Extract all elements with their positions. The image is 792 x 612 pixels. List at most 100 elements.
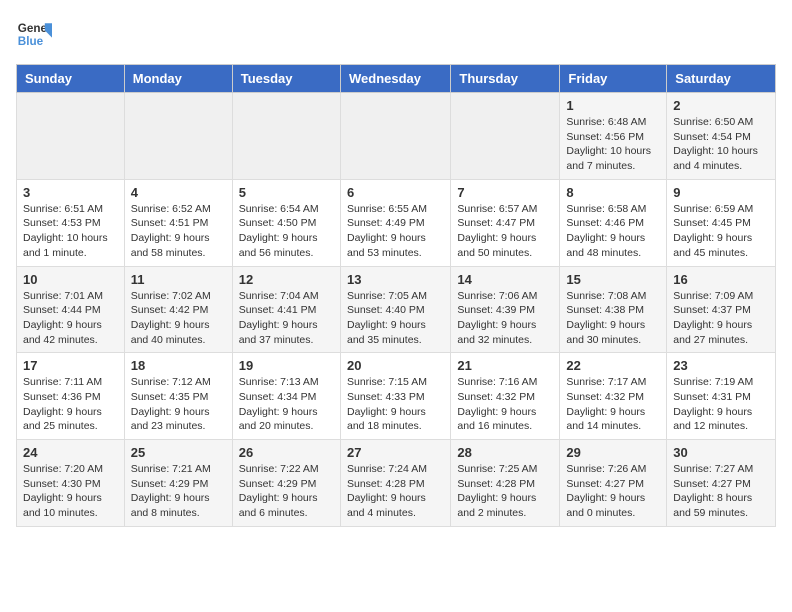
calendar-cell: 4 Sunrise: 6:52 AM Sunset: 4:51 PM Daylig… <box>124 179 232 266</box>
calendar-cell: 25 Sunrise: 7:21 AM Sunset: 4:29 PM Dayli… <box>124 440 232 527</box>
day-number: 1 <box>566 98 660 113</box>
day-info: Sunrise: 6:55 AM Sunset: 4:49 PM Dayligh… <box>347 202 444 261</box>
day-info: Sunrise: 7:11 AM Sunset: 4:36 PM Dayligh… <box>23 375 118 434</box>
day-info: Sunrise: 7:22 AM Sunset: 4:29 PM Dayligh… <box>239 462 334 521</box>
calendar-cell: 10Sunrise: 7:01 AM Sunset: 4:44 PM Dayli… <box>17 266 125 353</box>
day-info: Sunrise: 7:16 AM Sunset: 4:32 PM Dayligh… <box>457 375 553 434</box>
calendar-cell: 24 Sunrise: 7:20 AM Sunset: 4:30 PM Dayli… <box>17 440 125 527</box>
logo-icon: General Blue <box>16 16 52 52</box>
calendar-cell: 12Sunrise: 7:04 AM Sunset: 4:41 PM Dayli… <box>232 266 340 353</box>
calendar-table: SundayMondayTuesdayWednesdayThursdayFrid… <box>16 64 776 527</box>
day-number: 11 <box>131 272 226 287</box>
calendar-cell: 28Sunrise: 7:25 AM Sunset: 4:28 PM Dayli… <box>451 440 560 527</box>
weekday-header-sunday: Sunday <box>17 65 125 93</box>
calendar-cell: 19 Sunrise: 7:13 AM Sunset: 4:34 PM Dayli… <box>232 353 340 440</box>
calendar-cell: 3 Sunrise: 6:51 AM Sunset: 4:53 PM Daylig… <box>17 179 125 266</box>
day-info: Sunrise: 7:15 AM Sunset: 4:33 PM Dayligh… <box>347 375 444 434</box>
calendar-week-row: 24 Sunrise: 7:20 AM Sunset: 4:30 PM Dayli… <box>17 440 776 527</box>
day-info: Sunrise: 6:57 AM Sunset: 4:47 PM Dayligh… <box>457 202 553 261</box>
day-info: Sunrise: 7:20 AM Sunset: 4:30 PM Dayligh… <box>23 462 118 521</box>
weekday-header-friday: Friday <box>560 65 667 93</box>
day-number: 5 <box>239 185 334 200</box>
day-info: Sunrise: 7:05 AM Sunset: 4:40 PM Dayligh… <box>347 289 444 348</box>
calendar-cell <box>451 93 560 180</box>
calendar-week-row: 10Sunrise: 7:01 AM Sunset: 4:44 PM Dayli… <box>17 266 776 353</box>
weekday-header-tuesday: Tuesday <box>232 65 340 93</box>
day-number: 3 <box>23 185 118 200</box>
calendar-cell: 29 Sunrise: 7:26 AM Sunset: 4:27 PM Dayli… <box>560 440 667 527</box>
day-info: Sunrise: 7:01 AM Sunset: 4:44 PM Dayligh… <box>23 289 118 348</box>
logo: General Blue <box>16 16 52 52</box>
day-number: 20 <box>347 358 444 373</box>
day-info: Sunrise: 7:19 AM Sunset: 4:31 PM Dayligh… <box>673 375 769 434</box>
day-info: Sunrise: 7:13 AM Sunset: 4:34 PM Dayligh… <box>239 375 334 434</box>
calendar-cell: 15Sunrise: 7:08 AM Sunset: 4:38 PM Dayli… <box>560 266 667 353</box>
day-info: Sunrise: 6:59 AM Sunset: 4:45 PM Dayligh… <box>673 202 769 261</box>
calendar-cell: 27 Sunrise: 7:24 AM Sunset: 4:28 PM Dayli… <box>340 440 450 527</box>
calendar-cell: 2 Sunrise: 6:50 AM Sunset: 4:54 PM Daylig… <box>667 93 776 180</box>
calendar-cell: 1 Sunrise: 6:48 AM Sunset: 4:56 PM Daylig… <box>560 93 667 180</box>
day-info: Sunrise: 7:27 AM Sunset: 4:27 PM Dayligh… <box>673 462 769 521</box>
day-info: Sunrise: 7:26 AM Sunset: 4:27 PM Dayligh… <box>566 462 660 521</box>
calendar-cell: 22Sunrise: 7:17 AM Sunset: 4:32 PM Dayli… <box>560 353 667 440</box>
day-number: 13 <box>347 272 444 287</box>
weekday-header-thursday: Thursday <box>451 65 560 93</box>
calendar-cell: 30 Sunrise: 7:27 AM Sunset: 4:27 PM Dayli… <box>667 440 776 527</box>
weekday-header-wednesday: Wednesday <box>340 65 450 93</box>
day-number: 9 <box>673 185 769 200</box>
calendar-cell: 18 Sunrise: 7:12 AM Sunset: 4:35 PM Dayli… <box>124 353 232 440</box>
calendar-cell: 23 Sunrise: 7:19 AM Sunset: 4:31 PM Dayli… <box>667 353 776 440</box>
calendar-cell: 13 Sunrise: 7:05 AM Sunset: 4:40 PM Dayli… <box>340 266 450 353</box>
day-number: 2 <box>673 98 769 113</box>
day-info: Sunrise: 6:51 AM Sunset: 4:53 PM Dayligh… <box>23 202 118 261</box>
calendar-cell <box>232 93 340 180</box>
day-number: 29 <box>566 445 660 460</box>
day-number: 4 <box>131 185 226 200</box>
day-info: Sunrise: 7:06 AM Sunset: 4:39 PM Dayligh… <box>457 289 553 348</box>
calendar-cell <box>124 93 232 180</box>
day-info: Sunrise: 6:48 AM Sunset: 4:56 PM Dayligh… <box>566 115 660 174</box>
day-number: 14 <box>457 272 553 287</box>
calendar-cell: 21Sunrise: 7:16 AM Sunset: 4:32 PM Dayli… <box>451 353 560 440</box>
day-number: 22 <box>566 358 660 373</box>
day-number: 25 <box>131 445 226 460</box>
day-number: 6 <box>347 185 444 200</box>
calendar-cell: 8Sunrise: 6:58 AM Sunset: 4:46 PM Daylig… <box>560 179 667 266</box>
page-header: General Blue <box>16 16 776 52</box>
day-info: Sunrise: 6:52 AM Sunset: 4:51 PM Dayligh… <box>131 202 226 261</box>
day-number: 19 <box>239 358 334 373</box>
calendar-header-row: SundayMondayTuesdayWednesdayThursdayFrid… <box>17 65 776 93</box>
calendar-cell: 20 Sunrise: 7:15 AM Sunset: 4:33 PM Dayli… <box>340 353 450 440</box>
svg-text:Blue: Blue <box>18 35 44 48</box>
day-number: 17 <box>23 358 118 373</box>
calendar-week-row: 17 Sunrise: 7:11 AM Sunset: 4:36 PM Dayli… <box>17 353 776 440</box>
day-info: Sunrise: 7:24 AM Sunset: 4:28 PM Dayligh… <box>347 462 444 521</box>
day-info: Sunrise: 7:09 AM Sunset: 4:37 PM Dayligh… <box>673 289 769 348</box>
day-info: Sunrise: 7:02 AM Sunset: 4:42 PM Dayligh… <box>131 289 226 348</box>
calendar-cell: 9 Sunrise: 6:59 AM Sunset: 4:45 PM Daylig… <box>667 179 776 266</box>
calendar-week-row: 1 Sunrise: 6:48 AM Sunset: 4:56 PM Daylig… <box>17 93 776 180</box>
day-number: 30 <box>673 445 769 460</box>
calendar-cell: 7Sunrise: 6:57 AM Sunset: 4:47 PM Daylig… <box>451 179 560 266</box>
calendar-cell: 11 Sunrise: 7:02 AM Sunset: 4:42 PM Dayli… <box>124 266 232 353</box>
day-info: Sunrise: 7:25 AM Sunset: 4:28 PM Dayligh… <box>457 462 553 521</box>
day-info: Sunrise: 7:12 AM Sunset: 4:35 PM Dayligh… <box>131 375 226 434</box>
calendar-cell: 5Sunrise: 6:54 AM Sunset: 4:50 PM Daylig… <box>232 179 340 266</box>
weekday-header-monday: Monday <box>124 65 232 93</box>
day-info: Sunrise: 6:50 AM Sunset: 4:54 PM Dayligh… <box>673 115 769 174</box>
day-info: Sunrise: 7:21 AM Sunset: 4:29 PM Dayligh… <box>131 462 226 521</box>
calendar-cell <box>17 93 125 180</box>
day-number: 24 <box>23 445 118 460</box>
day-number: 18 <box>131 358 226 373</box>
weekday-header-saturday: Saturday <box>667 65 776 93</box>
calendar-cell: 14 Sunrise: 7:06 AM Sunset: 4:39 PM Dayli… <box>451 266 560 353</box>
day-number: 27 <box>347 445 444 460</box>
calendar-cell: 6 Sunrise: 6:55 AM Sunset: 4:49 PM Daylig… <box>340 179 450 266</box>
day-number: 16 <box>673 272 769 287</box>
calendar-cell: 17 Sunrise: 7:11 AM Sunset: 4:36 PM Dayli… <box>17 353 125 440</box>
calendar-cell: 16 Sunrise: 7:09 AM Sunset: 4:37 PM Dayli… <box>667 266 776 353</box>
day-number: 23 <box>673 358 769 373</box>
day-number: 12 <box>239 272 334 287</box>
calendar-cell: 26Sunrise: 7:22 AM Sunset: 4:29 PM Dayli… <box>232 440 340 527</box>
calendar-cell <box>340 93 450 180</box>
